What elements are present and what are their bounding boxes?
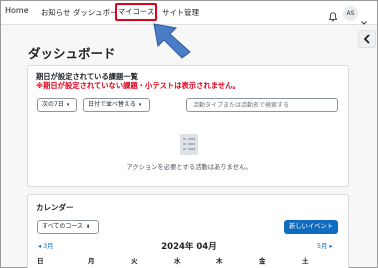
caret-updown-icon: ⬍ [86,224,91,230]
nav-news[interactable]: お知らせ [41,7,70,18]
sort-label: 日付で並べ替える [88,101,136,108]
bell-icon[interactable] [328,7,338,26]
timeline-warning: ※期日が設定されていない課題・小テストは表示されません。 [36,81,240,90]
caret-down-icon: ▾ [138,102,142,108]
page-title: ダッシュボード [28,46,116,61]
next-month-link[interactable]: 5月 ▸ [317,241,332,250]
nav-my-courses[interactable]: マイコース [115,3,157,21]
drawer-toggle-button[interactable] [358,30,376,48]
weekday-header: 水 [174,257,181,265]
filter-days-dropdown[interactable]: 次の7日 ▾ [37,98,77,112]
weekday-header: 火 [131,257,138,265]
empty-state-message: アクションを必要とする活動はありません。 [126,164,252,171]
activity-search-input[interactable] [186,98,338,112]
timeline-block: 期日が設定されている課題一覧 ※期日が設定されていない課題・小テストは表示されま… [27,65,349,187]
weekday-header: 木 [216,257,223,265]
new-event-button[interactable]: 新しいイベント [284,220,338,234]
weekday-header: 日 [37,257,44,265]
caret-down-icon: ▾ [66,102,70,108]
nav-site-admin[interactable]: サイト管理 [162,7,199,18]
arrow-right-icon: ▸ [327,243,333,250]
weekday-header: 土 [302,257,309,265]
clipboard-list-icon [178,132,200,160]
sort-dropdown[interactable]: 日付で並べ替える ▾ [83,98,150,112]
course-filter-label: すべてのコース [42,223,84,230]
weekday-header: 月 [88,257,95,265]
calendar-block: カレンダー すべてのコース ⬍ 新しいイベント ◂ 3月 2024年 04月 5月… [27,194,349,268]
nav-my-courses-label: マイコース [117,7,155,16]
callout-arrow-icon [152,22,194,64]
nav-home[interactable]: Home [5,6,29,15]
next-month-label: 5月 [317,243,328,250]
chevron-down-icon[interactable] [361,10,367,29]
chevron-left-icon [363,34,370,44]
new-event-label: 新しいイベント [288,223,334,230]
course-filter-dropdown[interactable]: すべてのコース ⬍ [37,220,99,234]
avatar-initials: AS [346,10,355,17]
calendar-title: カレンダー [36,203,74,212]
weekday-header: 金 [259,257,266,265]
user-avatar[interactable]: AS [343,6,358,21]
filter-days-label: 次の7日 [42,101,64,108]
current-month: 2024年 04月 [161,242,217,252]
